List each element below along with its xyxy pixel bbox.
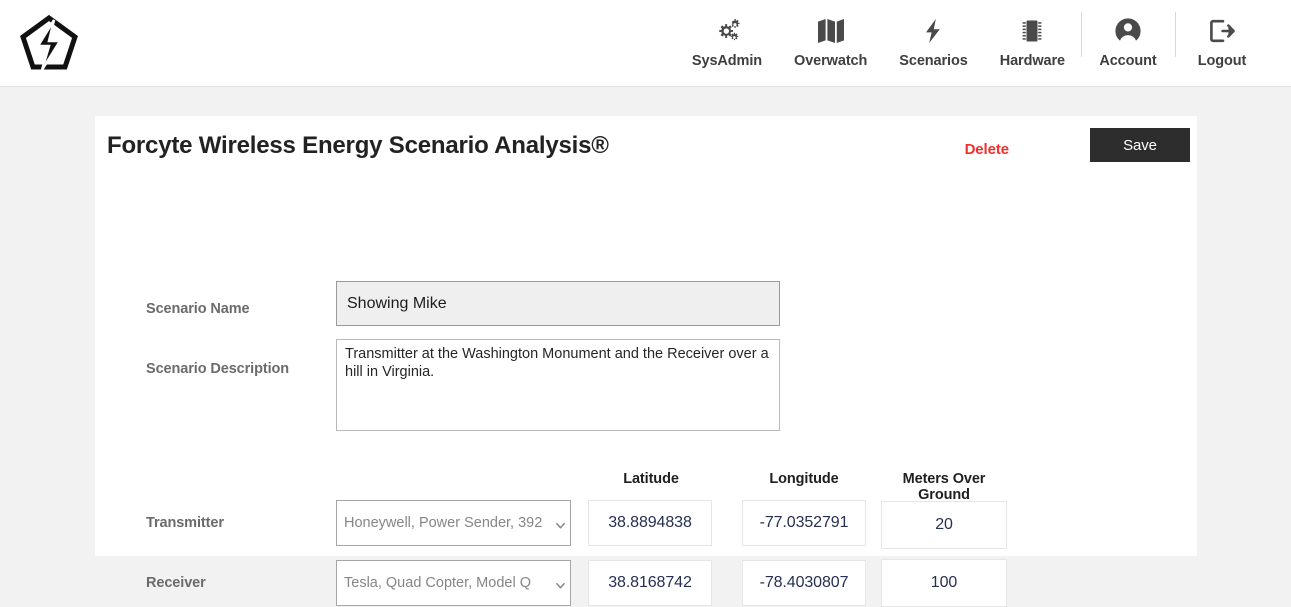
memory-chip-icon <box>1020 16 1044 46</box>
lightning-bolt-icon <box>924 16 942 46</box>
pentagon-bolt-logo[interactable] <box>18 14 80 74</box>
transmitter-meters-over-ground-value[interactable]: 20 <box>881 501 1007 549</box>
receiver-meters-over-ground-value[interactable]: 100 <box>881 559 1007 607</box>
nav-item-scenarios[interactable]: Scenarios <box>883 0 983 69</box>
transmitter-device-select[interactable]: Honeywell, Power Sender, 392 <box>336 500 571 546</box>
nav-item-sysadmin[interactable]: SysAdmin <box>676 0 778 69</box>
sign-out-icon <box>1208 16 1236 46</box>
nav-item-overwatch[interactable]: Overwatch <box>778 0 883 69</box>
card-header: Forcyte Wireless Energy Scenario Analysi… <box>95 116 1197 188</box>
nav-label-scenarios: Scenarios <box>899 53 968 69</box>
gears-icon <box>713 16 741 46</box>
scenario-description-input[interactable]: Transmitter at the Washington Monument a… <box>336 339 780 431</box>
page-title: Forcyte Wireless Energy Scenario Analysi… <box>107 132 609 159</box>
scenario-analysis-card: Forcyte Wireless Energy Scenario Analysi… <box>95 116 1197 607</box>
column-header-meters-over-ground: Meters Over Ground <box>902 471 986 503</box>
receiver-longitude-value[interactable]: -78.4030807 <box>742 560 866 606</box>
delete-button[interactable]: Delete <box>965 141 1010 158</box>
column-header-longitude: Longitude <box>769 471 839 487</box>
column-header-latitude: Latitude <box>623 471 679 487</box>
scenario-description-label: Scenario Description <box>146 361 290 377</box>
receiver-device-select[interactable]: Tesla, Quad Copter, Model Q <box>336 560 571 606</box>
row-label-transmitter: Transmitter <box>146 515 224 531</box>
page-body: Forcyte Wireless Energy Scenario Analysi… <box>0 87 1291 607</box>
receiver-latitude-value[interactable]: 38.8168742 <box>588 560 712 606</box>
nav-label-logout: Logout <box>1197 53 1247 69</box>
nav-items: SysAdmin Overwatch Scenarios Hardware Ac… <box>676 0 1269 87</box>
transmitter-longitude-value[interactable]: -77.0352791 <box>742 500 866 546</box>
nav-label-account: Account <box>1099 53 1157 69</box>
map-icon <box>816 16 846 46</box>
nav-label-sysadmin: SysAdmin <box>691 53 763 69</box>
nav-item-hardware[interactable]: Hardware <box>984 0 1081 69</box>
save-button[interactable]: Save <box>1090 128 1190 162</box>
row-label-receiver: Receiver <box>146 575 206 591</box>
nav-item-logout[interactable]: Logout <box>1175 0 1269 69</box>
top-navigation-bar: SysAdmin Overwatch Scenarios Hardware Ac… <box>0 0 1291 87</box>
scenario-name-label: Scenario Name <box>146 301 250 317</box>
nav-item-account[interactable]: Account <box>1081 0 1175 69</box>
scenario-name-input[interactable] <box>336 281 780 326</box>
user-circle-icon <box>1114 16 1142 46</box>
nav-label-hardware: Hardware <box>999 53 1065 69</box>
transmitter-latitude-value[interactable]: 38.8894838 <box>588 500 712 546</box>
nav-label-overwatch: Overwatch <box>794 53 868 69</box>
